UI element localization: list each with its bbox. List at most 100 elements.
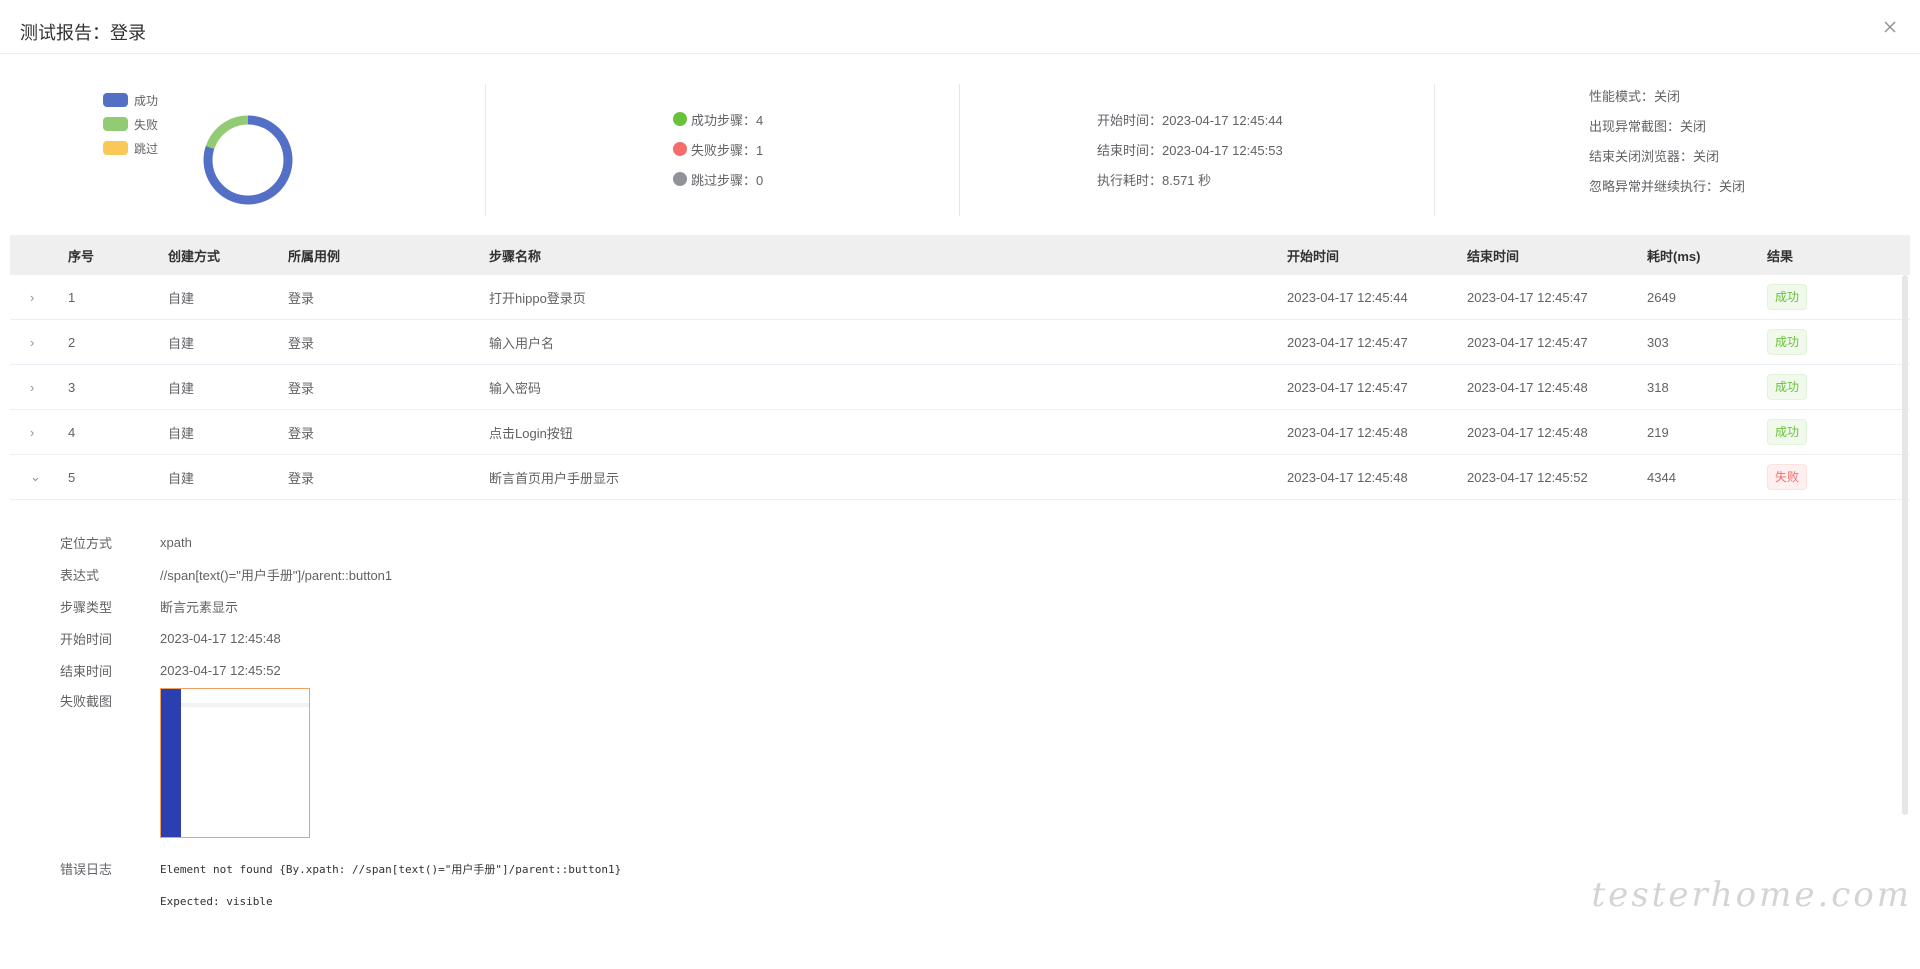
setting-close-browser: 结束关闭浏览器：关闭	[1589, 148, 1720, 164]
cell-result: 成功	[1767, 419, 1907, 445]
cell-step: 打开hippo登录页	[489, 290, 586, 306]
cell-case: 登录	[288, 380, 315, 396]
legend-item-fail[interactable]: 失败	[103, 112, 158, 136]
detail-start: 开始时间 2023-04-17 12:45:48	[60, 622, 1860, 654]
stat-fail: 失败步骤：1	[673, 134, 763, 164]
stat-fail-text: 失败步骤：1	[691, 142, 764, 158]
table-header: 序号 创建方式 所属用例 步骤名称 开始时间 结束时间 耗时(ms) 结果	[10, 235, 1910, 275]
detail-value: 2023-04-17 12:45:48	[160, 630, 281, 646]
detail-label: 结束时间	[60, 663, 113, 679]
chevron-right-icon[interactable]: ›	[10, 335, 68, 350]
stat-skip: 跳过步骤：0	[673, 164, 763, 194]
setting-ignore-error: 忽略异常并继续执行：关闭	[1589, 178, 1746, 194]
header-no: 序号	[68, 248, 95, 264]
dialog-header: 测试报告：登录	[0, 0, 1920, 54]
cell-how: 自建	[168, 380, 195, 396]
cell-step: 断言首页用户手册显示	[489, 470, 620, 486]
cell-end: 2023-04-17 12:45:47	[1467, 334, 1588, 350]
detail-label: 失败截图	[60, 694, 113, 709]
detail-label: 表达式	[60, 567, 100, 583]
detail-label: 开始时间	[60, 631, 113, 647]
cell-step: 输入用户名	[489, 335, 555, 351]
cell-duration: 219	[1647, 424, 1669, 440]
stat-success: 成功步骤：4	[673, 104, 763, 134]
table-row[interactable]: ⌄ 5 自建 登录 断言首页用户手册显示 2023-04-17 12:45:48…	[10, 455, 1910, 500]
fail-dot-icon	[673, 142, 687, 156]
cell-result: 成功	[1767, 284, 1907, 310]
cell-duration: 2649	[1647, 289, 1676, 305]
scrollbar[interactable]	[1902, 275, 1908, 815]
dialog-title: 测试报告：登录	[20, 23, 146, 43]
table-row[interactable]: › 1 自建 登录 打开hippo登录页 2023-04-17 12:45:44…	[10, 275, 1910, 320]
detail-type: 步骤类型 断言元素显示	[60, 590, 1860, 622]
divider	[485, 84, 486, 216]
divider	[959, 84, 960, 216]
table-row[interactable]: › 3 自建 登录 输入密码 2023-04-17 12:45:47 2023-…	[10, 365, 1910, 410]
cell-how: 自建	[168, 425, 195, 441]
cell-no: 1	[68, 289, 76, 305]
legend-swatch	[103, 141, 128, 155]
setting-screenshot: 出现异常截图：关闭	[1589, 118, 1707, 134]
cell-result: 成功	[1767, 374, 1907, 400]
cell-result: 失败	[1767, 464, 1907, 490]
table-row[interactable]: › 4 自建 登录 点击Login按钮 2023-04-17 12:45:48 …	[10, 410, 1910, 455]
cell-start: 2023-04-17 12:45:47	[1287, 379, 1408, 395]
close-icon[interactable]	[1880, 17, 1900, 37]
legend-item-skip[interactable]: 跳过	[103, 136, 158, 160]
thumbnail-sidebar	[161, 689, 181, 837]
header-case: 所属用例	[288, 248, 341, 264]
cell-how: 自建	[168, 335, 195, 351]
legend-label: 成功	[134, 93, 159, 108]
header-end: 结束时间	[1467, 248, 1520, 264]
skip-dot-icon	[673, 172, 687, 186]
divider	[1434, 84, 1435, 216]
table-row[interactable]: › 2 自建 登录 输入用户名 2023-04-17 12:45:47 2023…	[10, 320, 1910, 365]
status-badge: 成功	[1767, 419, 1808, 445]
cell-how: 自建	[168, 470, 195, 486]
header-start: 开始时间	[1287, 248, 1340, 264]
detail-locator: 定位方式 xpath	[60, 526, 1860, 558]
cell-start: 2023-04-17 12:45:44	[1287, 289, 1408, 305]
detail-value: //span[text()="用户手册"]/parent::button1	[160, 567, 393, 583]
legend-label: 失败	[134, 117, 159, 132]
cell-step: 输入密码	[489, 380, 542, 396]
header-step: 步骤名称	[489, 248, 542, 264]
result-donut-chart	[203, 115, 293, 205]
legend-item-success[interactable]: 成功	[103, 88, 158, 112]
detail-end: 结束时间 2023-04-17 12:45:52	[60, 654, 1860, 686]
log-line: Element not found {By.xpath: //span[text…	[160, 863, 622, 876]
cell-case: 登录	[288, 290, 315, 306]
cell-case: 登录	[288, 335, 315, 351]
thumbnail-header	[181, 703, 309, 707]
cell-no: 3	[68, 379, 76, 395]
status-badge: 成功	[1767, 284, 1808, 310]
log-line: Expected: visible	[160, 895, 273, 908]
detail-label: 错误日志	[60, 862, 113, 877]
cell-end: 2023-04-17 12:45:47	[1467, 289, 1588, 305]
cell-duration: 4344	[1647, 469, 1676, 485]
step-detail-panel: 定位方式 xpath 表达式 //span[text()="用户手册"]/par…	[60, 526, 1860, 941]
legend-label: 跳过	[134, 141, 159, 156]
setting-perf: 性能模式：关闭	[1589, 88, 1681, 104]
chevron-right-icon[interactable]: ›	[10, 380, 68, 395]
header-result: 结果	[1767, 248, 1794, 264]
timing-end: 结束时间：2023-04-17 12:45:53	[1097, 142, 1283, 158]
timing-start: 开始时间：2023-04-17 12:45:44	[1097, 112, 1283, 128]
cell-no: 4	[68, 424, 76, 440]
failure-screenshot-thumbnail[interactable]	[160, 688, 310, 838]
chevron-down-icon[interactable]: ⌄	[10, 469, 68, 485]
chevron-right-icon[interactable]: ›	[10, 425, 68, 440]
cell-step: 点击Login按钮	[489, 425, 573, 441]
detail-value: 断言元素显示	[160, 599, 239, 615]
cell-duration: 318	[1647, 379, 1669, 395]
cell-start: 2023-04-17 12:45:47	[1287, 334, 1408, 350]
detail-label: 定位方式	[60, 535, 113, 551]
success-dot-icon	[673, 112, 687, 126]
detail-value: xpath	[160, 534, 192, 550]
legend-swatch	[103, 117, 128, 131]
chevron-right-icon[interactable]: ›	[10, 290, 68, 305]
settings-info: 性能模式：关闭 出现异常截图：关闭 结束关闭浏览器：关闭 忽略异常并继续执行：关…	[1589, 80, 1745, 200]
watermark: testerhome.com	[1591, 875, 1912, 915]
status-badge: 失败	[1767, 464, 1808, 490]
cell-duration: 303	[1647, 334, 1669, 350]
